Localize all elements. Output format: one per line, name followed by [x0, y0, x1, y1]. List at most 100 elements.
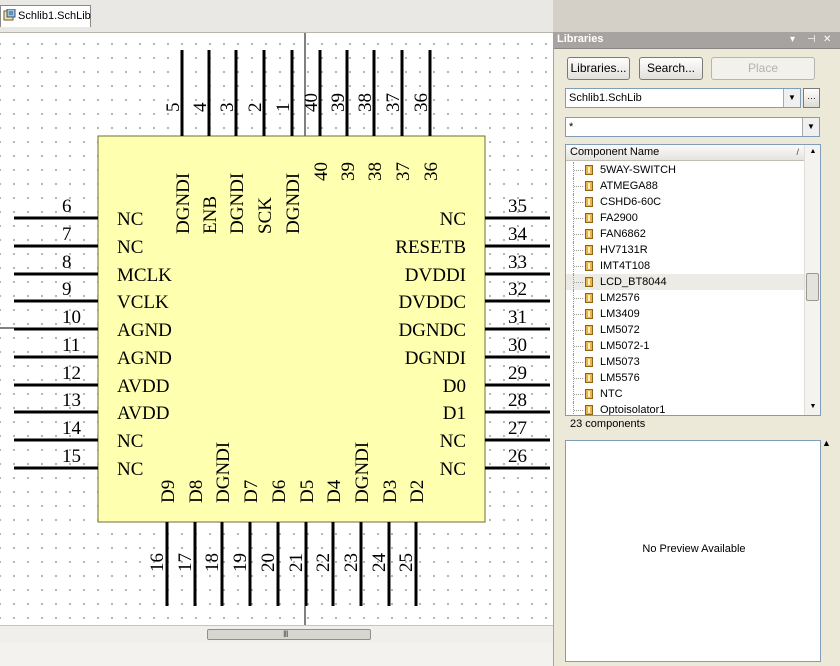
pin-label: D8 — [186, 480, 207, 503]
document-tab[interactable]: Schlib1.SchLib — [0, 5, 91, 27]
list-item[interactable]: CSHD6-60C — [566, 194, 804, 210]
list-item[interactable]: FA2900 — [566, 210, 804, 226]
pin-number: 4 — [190, 102, 211, 112]
pin-number: 8 — [62, 252, 72, 273]
list-item[interactable]: LM5072 — [566, 322, 804, 338]
filter-field[interactable]: * ▼ — [565, 117, 820, 137]
list-item[interactable]: HV7131R — [566, 242, 804, 258]
list-item[interactable]: LM5073 — [566, 354, 804, 370]
list-item[interactable]: LM5576 — [566, 370, 804, 386]
tree-connector — [573, 306, 583, 322]
pin-label: D3 — [380, 480, 401, 503]
tree-connector — [573, 194, 583, 210]
schematic-drawing[interactable]: 5 4 3 2 1 40 39 38 37 36DGNDI ENB DGNDI SCK DGNDI40 39… — [0, 33, 553, 625]
tree-connector — [573, 338, 583, 354]
pin-number: 11 — [62, 335, 80, 356]
component-icon — [585, 405, 593, 415]
column-header-label: Component Name — [570, 146, 660, 158]
component-icon — [585, 197, 593, 207]
component-name: LM3409 — [600, 308, 640, 320]
pin-label: SCK — [255, 197, 276, 234]
pin-number: 21 — [286, 553, 307, 572]
pin-label: NC — [117, 237, 143, 258]
list-item[interactable]: Optoisolator1 — [566, 402, 804, 416]
preview-collapse-icon[interactable]: ▲ — [822, 438, 831, 448]
list-item[interactable]: LM3409 — [566, 306, 804, 322]
pin-label: DGNDI — [405, 348, 466, 369]
component-name: Optoisolator1 — [600, 404, 666, 416]
tree-connector — [573, 210, 583, 226]
tree-connector — [573, 274, 583, 290]
chevron-down-icon[interactable]: ▼ — [783, 89, 800, 107]
pin-number: 27 — [508, 418, 527, 439]
horizontal-scrollbar[interactable]: III — [0, 625, 553, 643]
pin-number: 17 — [175, 553, 196, 572]
tree-connector — [573, 226, 583, 242]
vertical-scrollbar[interactable]: ▲ ▼ — [804, 145, 820, 415]
component-icon — [585, 293, 593, 303]
pin-label: DGNDI — [283, 173, 304, 234]
schematic-canvas[interactable]: 5 4 3 2 1 40 39 38 37 36 DGNDI ENB DGNDI SCK DGNDI 40 39… — [0, 33, 553, 625]
libraries-button[interactable]: Libraries... — [567, 57, 630, 80]
chevron-down-icon[interactable]: ▼ — [802, 118, 819, 136]
list-item[interactable]: 5WAY-SWITCH — [566, 162, 804, 178]
component-icon — [585, 341, 593, 351]
panel-close-icon[interactable]: ✕ — [823, 32, 831, 47]
list-item[interactable]: NTC — [566, 386, 804, 402]
list-item[interactable]: IMT4T108 — [566, 258, 804, 274]
panel-menu-icon[interactable]: ▾ — [790, 32, 795, 47]
column-header-component-name[interactable]: Component Name / — [566, 145, 804, 161]
scroll-down-icon[interactable]: ▼ — [805, 400, 820, 414]
list-item[interactable]: LCD_BT8044 — [566, 274, 804, 290]
preview-pane: No Preview Available — [565, 440, 821, 662]
pin-number: 36 — [421, 162, 442, 181]
component-icon — [585, 165, 593, 175]
tree-connector — [573, 258, 583, 274]
pin-number: 6 — [62, 196, 72, 217]
pin-label: AGND — [117, 348, 172, 369]
component-name: 5WAY-SWITCH — [600, 164, 676, 176]
pin-label: DGNDI — [213, 442, 234, 503]
list-item[interactable]: FAN6862 — [566, 226, 804, 242]
pin-number: 15 — [62, 446, 81, 467]
pin-label: DVDDC — [398, 292, 466, 313]
tree-connector — [573, 322, 583, 338]
vertical-scroll-thumb[interactable] — [806, 273, 819, 301]
component-name: LM5072-1 — [600, 340, 650, 352]
pin-number: 32 — [508, 279, 527, 300]
list-item[interactable]: LM5072-1 — [566, 338, 804, 354]
component-name: NTC — [600, 388, 623, 400]
pin-number: 40 — [311, 162, 332, 181]
pin-number: 13 — [62, 390, 81, 411]
pin-number: 9 — [62, 279, 72, 300]
component-list[interactable]: Component Name / 5WAY-SWITCH ATMEGA88 CSHD… — [565, 144, 821, 416]
component-name: ATMEGA88 — [600, 180, 658, 192]
pin-number: 18 — [202, 553, 223, 572]
pin-number: 26 — [508, 446, 527, 467]
pin-label: ENB — [200, 196, 221, 234]
tree-connector — [573, 354, 583, 370]
pin-number: 37 — [393, 162, 414, 181]
pin-label: DGNDI — [173, 173, 194, 234]
horizontal-scroll-thumb[interactable]: III — [207, 629, 371, 640]
component-icon — [585, 277, 593, 287]
scroll-up-icon[interactable]: ▲ — [805, 145, 820, 159]
pin-label: D1 — [443, 403, 466, 424]
pin-label: D0 — [443, 376, 466, 397]
pin-number: 12 — [62, 363, 81, 384]
list-item[interactable]: ATMEGA88 — [566, 178, 804, 194]
component-name: LM5576 — [600, 372, 640, 384]
pin-number: 23 — [341, 553, 362, 572]
pin-number: 2 — [245, 103, 266, 113]
library-more-button[interactable]: … — [803, 88, 820, 108]
pin-label: D7 — [241, 480, 262, 503]
list-item[interactable]: LM2576 — [566, 290, 804, 306]
component-icon — [585, 213, 593, 223]
search-button[interactable]: Search... — [639, 57, 703, 80]
pin-label: DVDDI — [405, 265, 466, 286]
panel-pin-icon[interactable]: ⊣ — [807, 32, 816, 47]
pin-number: 40 — [301, 93, 322, 112]
place-button[interactable]: Place — [711, 57, 815, 80]
library-select[interactable]: Schlib1.SchLib ▼ — [565, 88, 801, 108]
pin-label: NC — [117, 459, 143, 480]
